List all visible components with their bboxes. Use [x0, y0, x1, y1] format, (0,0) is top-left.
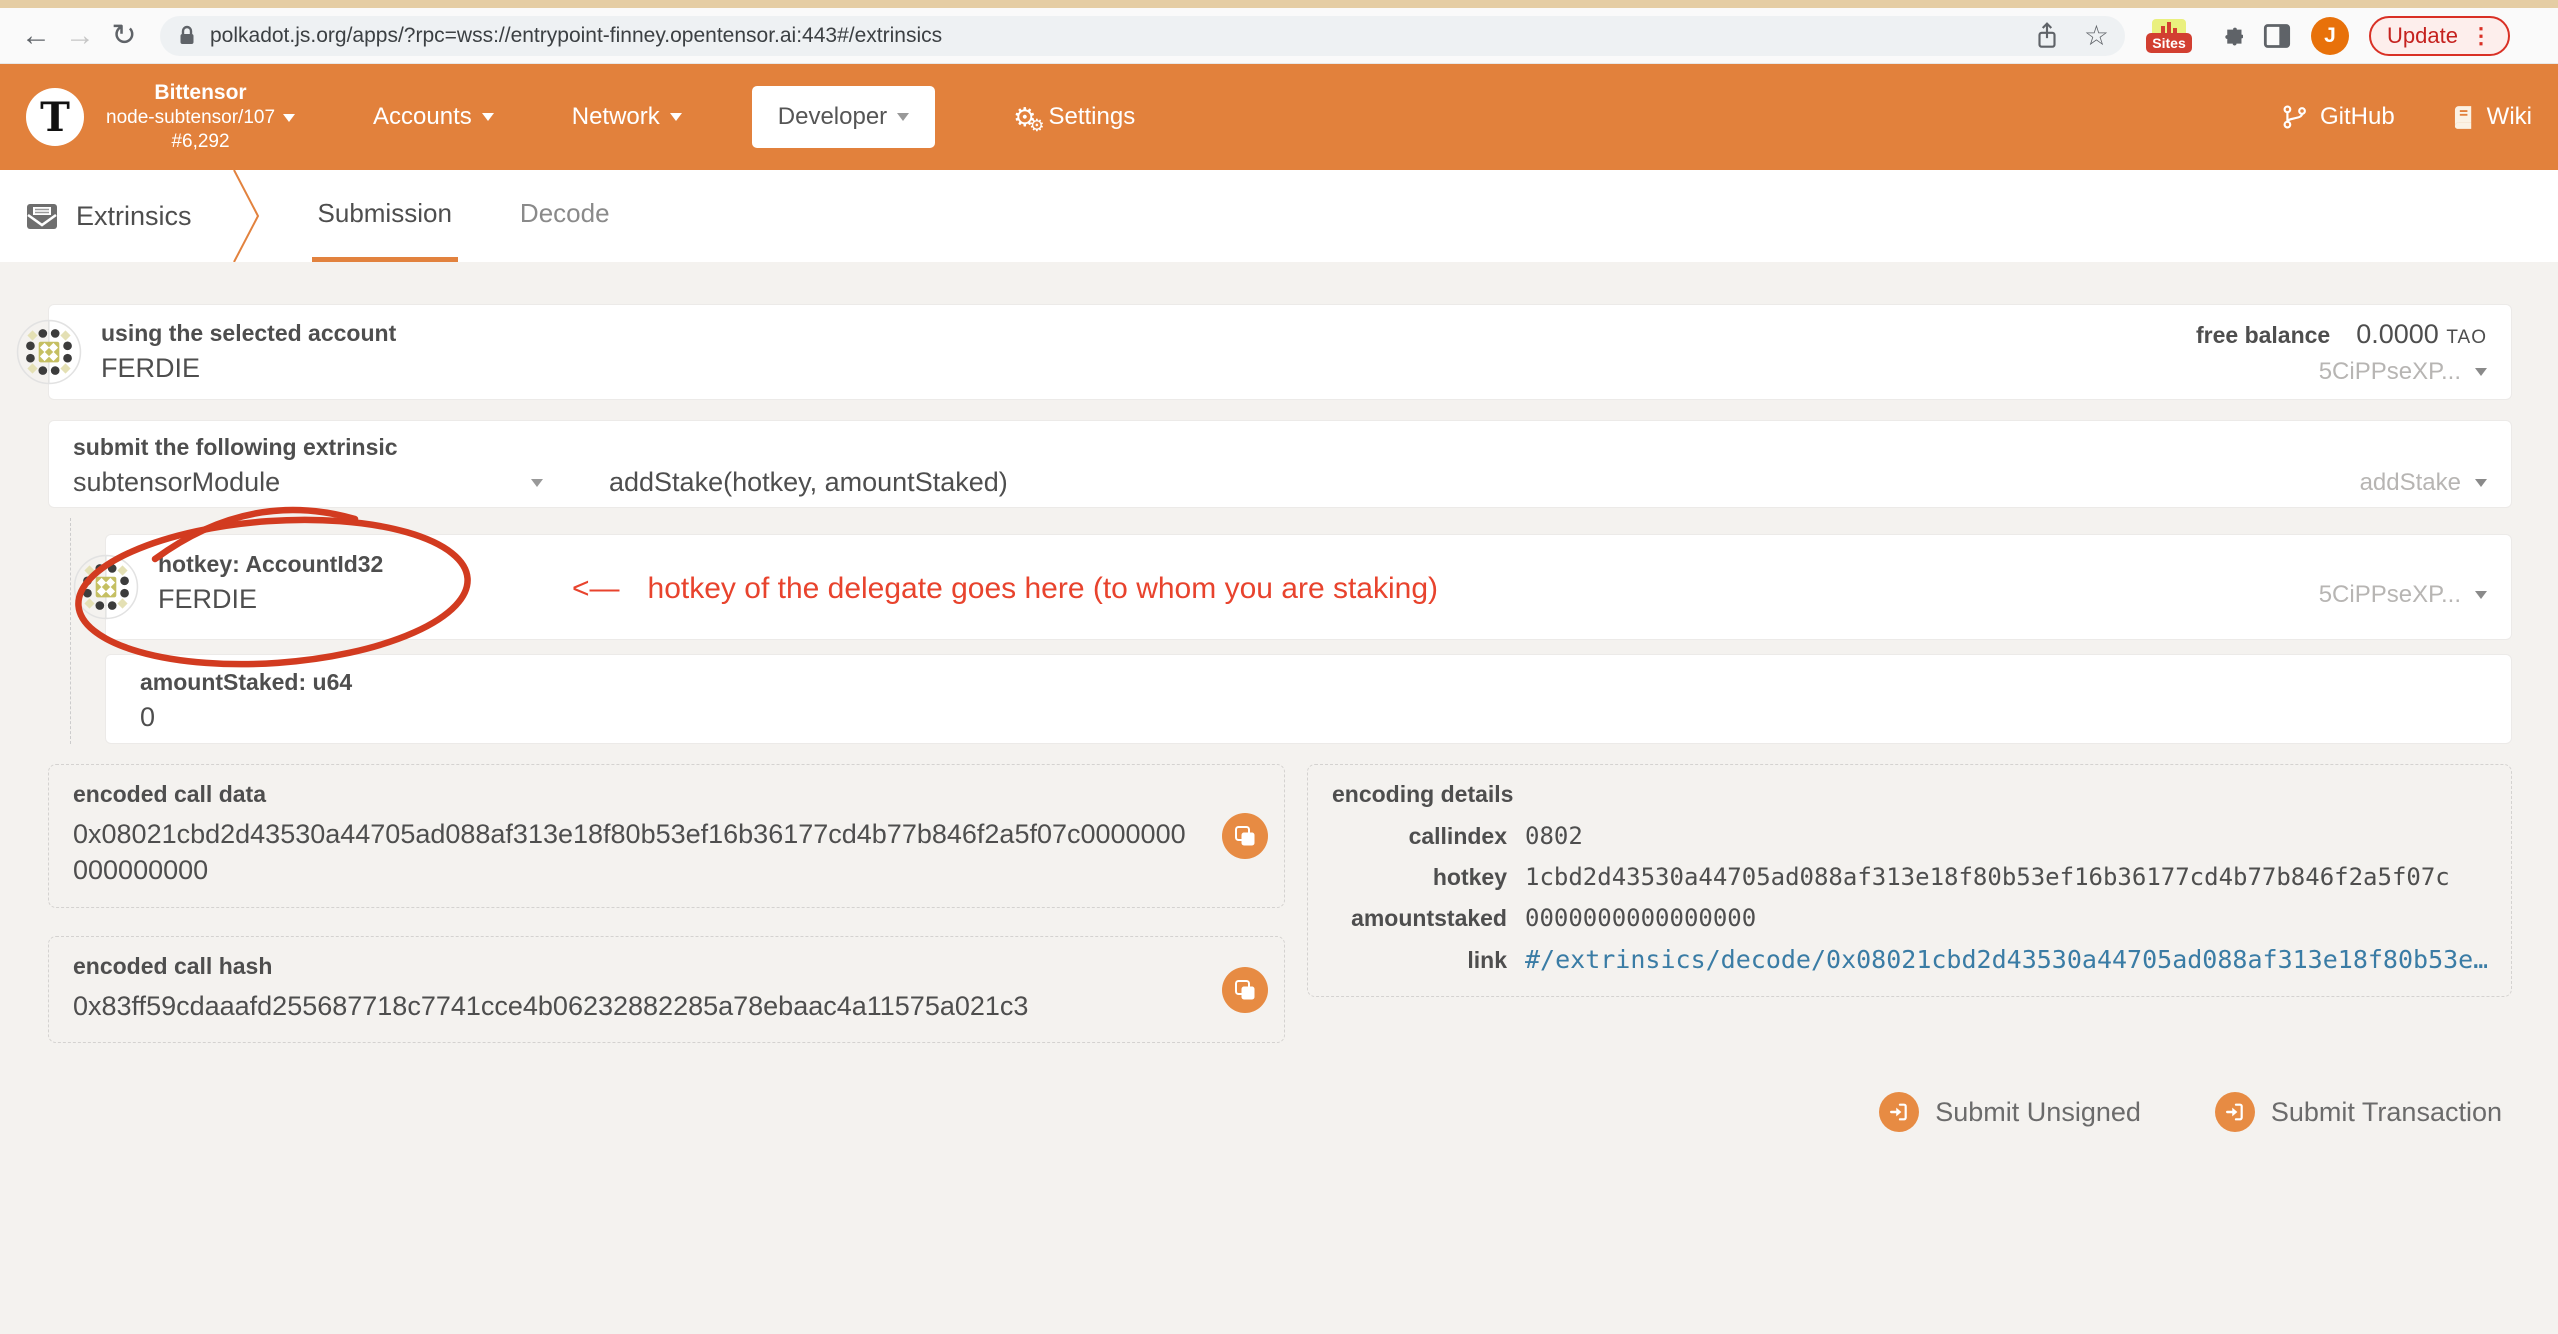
chain-selector[interactable]: Bittensor node-subtensor/107 #6,292 — [106, 80, 295, 154]
tab-submission[interactable]: Submission — [312, 170, 458, 262]
amount-param-label: amountStaked: u64 — [140, 669, 2487, 696]
call-signature: addStake(hotkey, amountStaked) — [609, 467, 1008, 498]
browser-menu-icon[interactable]: ⋮ — [2470, 23, 2492, 49]
address-bar[interactable]: polkadot.js.org/apps/?rpc=wss://entrypoi… — [160, 16, 2125, 56]
reload-icon[interactable]: ↻ — [102, 21, 146, 51]
call-short: addStake — [2360, 469, 2461, 497]
amount-input-value[interactable]: 0 — [140, 702, 2487, 733]
app-navbar: T Bittensor node-subtensor/107 #6,292 Ac… — [0, 64, 2558, 170]
detail-value-hotkey: 1cbd2d43530a44705ad088af313e18f80b53ef16… — [1525, 863, 2487, 891]
bittensor-logo: T — [26, 88, 84, 146]
extrinsic-select-label: submit the following extrinsic — [73, 434, 2487, 461]
copy-call-hash-button[interactable] — [1222, 967, 1268, 1013]
encoded-call-hash-value: 0x83ff59cdaaafd255687718c7741cce4b062328… — [73, 988, 1194, 1024]
bookmark-star-icon[interactable]: ☆ — [2084, 19, 2109, 52]
submit-unsigned-button[interactable]: Submit Unsigned — [1873, 1091, 2147, 1133]
chevron-down-icon — [482, 113, 494, 121]
account-address-dropdown[interactable]: 5CiPPseXP... — [2196, 358, 2487, 386]
back-icon[interactable]: ← — [14, 21, 58, 51]
chain-name: Bittensor — [154, 80, 246, 106]
lock-icon — [176, 24, 198, 48]
copy-call-data-button[interactable] — [1222, 813, 1268, 859]
forward-icon[interactable]: → — [58, 21, 102, 51]
detail-label-hotkey: hotkey — [1332, 864, 1507, 891]
encoding-details-title: encoding details — [1332, 781, 2487, 808]
chevron-down-icon — [2475, 368, 2487, 376]
settings-gears-icon: ⚙⚙ — [1013, 104, 1036, 130]
update-button[interactable]: Update ⋮ — [2369, 16, 2510, 56]
encoded-call-hash-label: encoded call hash — [73, 953, 1194, 980]
side-panel-icon[interactable] — [2263, 22, 2291, 50]
detail-label-link: link — [1332, 947, 1507, 974]
detail-value-amountstaked: 0000000000000000 — [1525, 904, 2487, 932]
module-select[interactable]: subtensorModule — [73, 467, 543, 498]
sign-in-icon — [2215, 1092, 2255, 1132]
update-label: Update — [2387, 23, 2458, 49]
account-select-label: using the selected account — [101, 320, 2487, 347]
hotkey-address-dropdown[interactable]: 5CiPPseXP... — [2319, 581, 2487, 609]
menu-developer[interactable]: Developer — [752, 86, 935, 148]
menu-network[interactable]: Network — [572, 103, 682, 131]
wiki-book-icon — [2449, 103, 2475, 131]
submit-transaction-button[interactable]: Submit Transaction — [2209, 1091, 2508, 1133]
call-select[interactable]: addStake — [2360, 469, 2487, 497]
account-select-card[interactable]: using the selected account FERDIE free b… — [48, 304, 2512, 400]
encoded-call-data-card: encoded call data 0x08021cbd2d43530a4470… — [48, 764, 1285, 908]
url-text: polkadot.js.org/apps/?rpc=wss://entrypoi… — [210, 24, 2022, 48]
decode-link[interactable]: #/extrinsics/decode/0x08021cbd2d43530a44… — [1525, 945, 2487, 974]
window-title-strip — [0, 0, 2558, 8]
node-version: node-subtensor/107 — [106, 106, 275, 130]
free-balance-label: free balance — [2196, 322, 2330, 348]
share-icon[interactable] — [2034, 21, 2060, 51]
extrinsics-icon — [24, 199, 60, 233]
annotation-arrow: <— — [572, 572, 620, 605]
tab-divider-chevron — [232, 170, 262, 262]
chevron-down-icon — [2475, 479, 2487, 487]
copy-icon — [1233, 824, 1257, 848]
extrinsic-select-card: submit the following extrinsic subtensor… — [48, 420, 2512, 508]
encoded-call-hash-card: encoded call hash 0x83ff59cdaaafd2556877… — [48, 936, 1285, 1043]
account-identicon — [16, 319, 82, 385]
tab-decode[interactable]: Decode — [514, 170, 616, 262]
encoded-call-data-label: encoded call data — [73, 781, 1194, 808]
chevron-down-icon — [531, 479, 543, 487]
copy-icon — [1233, 978, 1257, 1002]
selected-account-name: FERDIE — [101, 353, 2487, 384]
browser-toolbar: ← → ↻ polkadot.js.org/apps/?rpc=wss://en… — [0, 8, 2558, 64]
sign-in-icon — [1879, 1092, 1919, 1132]
extensions-puzzle-icon[interactable] — [2215, 22, 2243, 50]
encoding-details-card: encoding details callindex 0802 hotkey 1… — [1307, 764, 2512, 997]
annotation-text: <—hotkey of the delegate goes here (to w… — [572, 572, 1438, 606]
detail-label-amountstaked: amountstaked — [1332, 905, 1507, 932]
param-amount-card[interactable]: amountStaked: u64 0 — [105, 654, 2512, 744]
menu-accounts[interactable]: Accounts — [373, 103, 494, 131]
menu-settings[interactable]: ⚙⚙ Settings — [1013, 103, 1135, 131]
free-balance-unit: TAO — [2446, 327, 2487, 348]
tab-bar: Extrinsics Submission Decode — [0, 170, 2558, 262]
chevron-down-icon — [2475, 591, 2487, 599]
chevron-down-icon — [283, 114, 295, 122]
call-params: <—hotkey of the delegate goes here (to w… — [70, 518, 2512, 744]
profile-avatar[interactable]: J — [2311, 17, 2349, 55]
sites-extension-icon[interactable]: Sites — [2143, 19, 2195, 53]
extrinsics-page: using the selected account FERDIE free b… — [0, 262, 2558, 1133]
github-link[interactable]: GitHub — [2282, 103, 2395, 131]
block-number: #6,292 — [171, 130, 229, 154]
hotkey-identicon — [73, 554, 139, 620]
account-address-short: 5CiPPseXP... — [2319, 358, 2461, 386]
chevron-down-icon — [897, 113, 909, 121]
wiki-link[interactable]: Wiki — [2449, 103, 2532, 131]
github-branch-icon — [2282, 103, 2308, 131]
free-balance-value: 0.0000 — [2356, 319, 2439, 349]
detail-value-callindex: 0802 — [1525, 822, 2487, 850]
chevron-down-icon — [670, 113, 682, 121]
encoded-call-data-value: 0x08021cbd2d43530a44705ad088af313e18f80b… — [73, 816, 1194, 889]
hotkey-address-short: 5CiPPseXP... — [2319, 581, 2461, 609]
detail-label-callindex: callindex — [1332, 823, 1507, 850]
module-name: subtensorModule — [73, 467, 280, 498]
page-title: Extrinsics — [24, 170, 232, 262]
